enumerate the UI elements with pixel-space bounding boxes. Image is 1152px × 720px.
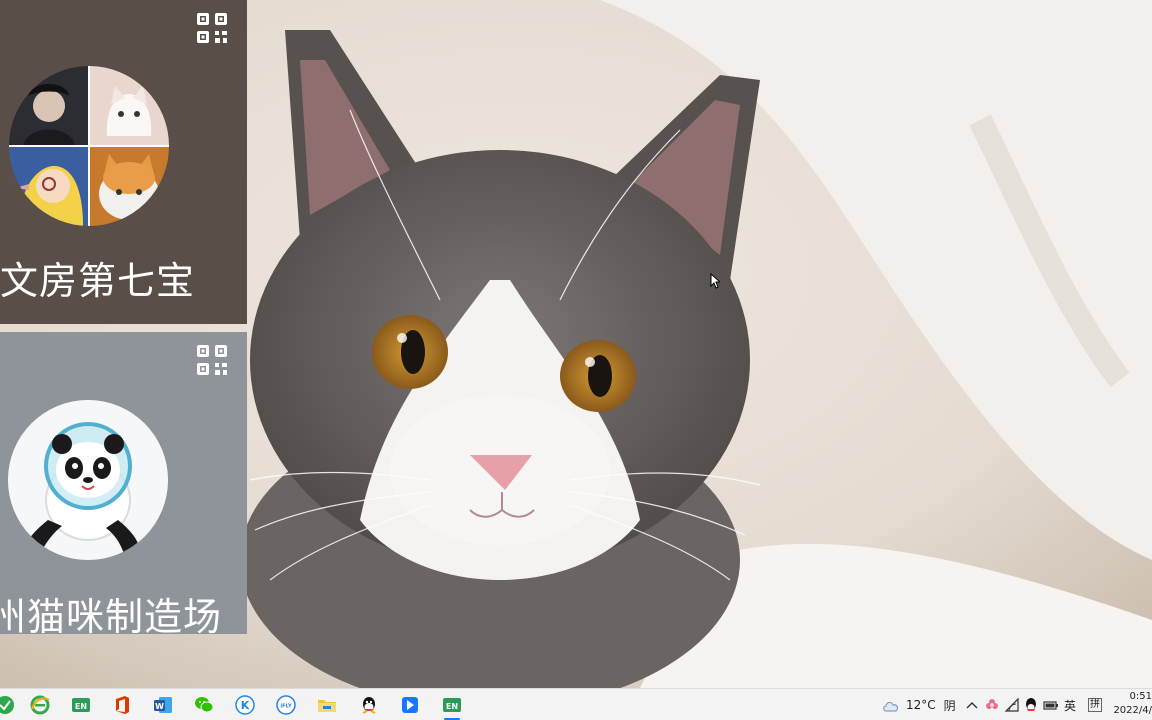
ime-mode-indicator[interactable]: 拼 [1088, 689, 1102, 720]
account-card-1[interactable]: 文房第七宝 [0, 0, 247, 324]
qr-code-icon[interactable] [196, 12, 228, 44]
en-app-icon[interactable]: EN [70, 694, 92, 716]
blue-app-icon[interactable] [399, 694, 421, 716]
mouse-cursor-icon [710, 273, 720, 289]
network-icon[interactable] [1004, 697, 1020, 713]
svg-text:W: W [155, 702, 164, 711]
wechat-icon[interactable] [193, 694, 215, 716]
office-icon[interactable] [111, 694, 133, 716]
svg-text:K: K [241, 699, 250, 712]
account-name-2: 州猫咪制造场 [0, 595, 223, 634]
flower-tray-icon[interactable] [984, 697, 1000, 713]
ime-mode: 拼 [1088, 698, 1102, 712]
svg-text:iFLY: iFLY [280, 704, 292, 710]
cloud-icon [883, 702, 898, 712]
taskbar: EN W K iFLY EN 12°C 阴 英 拼 0:51 2022/4/ [0, 688, 1152, 720]
account-card-2[interactable]: 州猫咪制造场 [0, 332, 247, 634]
svg-text:EN: EN [75, 702, 87, 711]
weather-temperature: 12°C [906, 698, 936, 712]
qq-tray-icon[interactable] [1023, 697, 1039, 713]
panda-mascot-avatar[interactable] [8, 400, 168, 560]
k-app-icon[interactable]: K [234, 694, 256, 716]
chevron-up-icon[interactable] [964, 697, 980, 713]
account-name-1: 文房第七宝 [0, 259, 196, 303]
qr-code-icon[interactable] [196, 344, 228, 376]
green-app-icon[interactable] [0, 694, 16, 716]
weather-widget[interactable]: 12°C 阴 [882, 689, 956, 720]
en-app-2-icon[interactable]: EN [441, 694, 463, 716]
ime-language: 英 [1064, 698, 1077, 713]
ime-language-indicator[interactable]: 英 [1064, 689, 1076, 720]
word-icon[interactable]: W [152, 694, 174, 716]
file-explorer-icon[interactable] [316, 694, 338, 716]
clock-date: 2022/4/ [1113, 705, 1152, 716]
ie-browser-icon[interactable] [29, 694, 51, 716]
battery-icon[interactable] [1043, 697, 1059, 713]
clock-time: 0:51 [1129, 691, 1152, 702]
system-clock[interactable]: 0:51 2022/4/ [1106, 690, 1152, 718]
ifly-icon[interactable]: iFLY [275, 694, 297, 716]
svg-text:EN: EN [446, 702, 458, 711]
weather-condition: 阴 [943, 698, 956, 713]
collage-avatar[interactable] [9, 66, 169, 226]
qq-icon[interactable] [358, 694, 380, 716]
